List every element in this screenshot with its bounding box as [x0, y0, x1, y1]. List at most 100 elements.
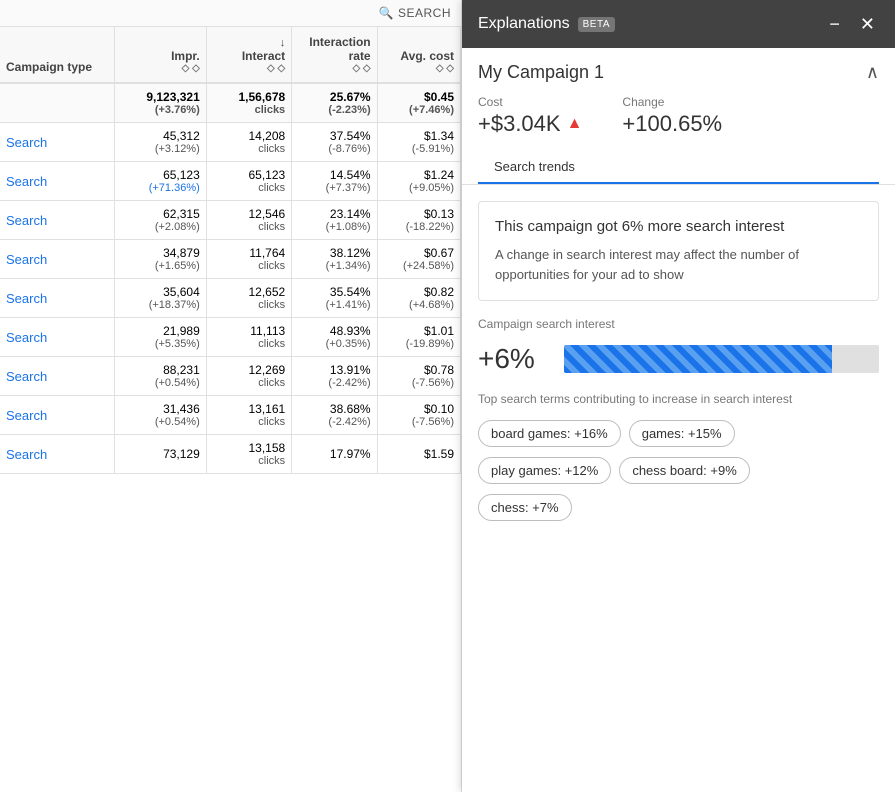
cell-interactions: 12,652 clicks [206, 279, 291, 318]
sort-arrow: ↓ [280, 37, 286, 49]
table-row[interactable]: Search 35,604 (+18.37%) 12,652 clicks 35… [0, 279, 461, 318]
cell-intrate: 17.97% [292, 435, 377, 474]
interest-row: +6% [478, 343, 879, 375]
cell-avgcost: $0.82 (+4.68%) [377, 279, 460, 318]
tag-item[interactable]: games: +15% [629, 420, 735, 447]
cell-impressions: 65,123 (+71.36%) [115, 162, 207, 201]
col-header-avg-cost[interactable]: Avg. cost ◇ ◇ [377, 27, 460, 83]
tags-row: chess: +7% [478, 494, 879, 521]
summary-avgcost: $0.45 (+7.46%) [377, 83, 460, 123]
cell-campaign-type: Search [0, 279, 115, 318]
cell-intrate: 37.54% (-8.76%) [292, 123, 377, 162]
panel-header: Explanations BETA − ✕ [462, 0, 895, 48]
tags-container: board games: +16% games: +15% play games: … [478, 420, 879, 521]
table-row[interactable]: Search 73,129 13,158 clicks 17.97% $1.59 [0, 435, 461, 474]
search-bar-top: 🔍 SEARCH [0, 0, 461, 27]
cell-avgcost: $0.67 (+24.58%) [377, 240, 460, 279]
cell-interactions: 65,123 clicks [206, 162, 291, 201]
summary-campaign [0, 83, 115, 123]
cell-avgcost: $1.24 (+9.05%) [377, 162, 460, 201]
table-summary-row: 9,123,321 (+3.76%) 1,56,678 clicks 25.67… [0, 83, 461, 123]
cell-impressions: 21,989 (+5.35%) [115, 318, 207, 357]
tag-item[interactable]: chess board: +9% [619, 457, 749, 484]
cell-campaign-type: Search [0, 396, 115, 435]
cell-intrate: 35.54% (+1.41%) [292, 279, 377, 318]
search-terms-label: Top search terms contributing to increas… [478, 391, 879, 408]
tag-item[interactable]: play games: +12% [478, 457, 611, 484]
tab-search-trends[interactable]: Search trends [478, 151, 591, 184]
close-button[interactable]: ✕ [856, 13, 879, 35]
cell-avgcost: $0.13 (-18.22%) [377, 201, 460, 240]
table-row[interactable]: Search 31,436 (+0.54%) 13,161 clicks 38.… [0, 396, 461, 435]
col-header-impressions[interactable]: Impr. ◇ ◇ [115, 27, 207, 83]
col-header-campaign-type[interactable]: Campaign type [0, 27, 115, 83]
tags-row: board games: +16% games: +15% [478, 420, 879, 447]
cell-interactions: 13,158 clicks [206, 435, 291, 474]
search-icon: 🔍 [379, 6, 394, 20]
cell-campaign-type: Search [0, 357, 115, 396]
highlight-card: This campaign got 6% more search interes… [478, 201, 879, 301]
chevron-up-icon[interactable]: ∧ [866, 62, 879, 83]
col-header-interactions[interactable]: ↓ Interact ◇ ◇ [206, 27, 291, 83]
cell-interactions: 12,269 clicks [206, 357, 291, 396]
intrate-arrows: ◇ ◇ [298, 63, 370, 74]
beta-badge: BETA [578, 17, 615, 32]
cell-campaign-type: Search [0, 435, 115, 474]
avgcost-arrows: ◇ ◇ [384, 63, 454, 74]
table-row[interactable]: Search 62,315 (+2.08%) 12,546 clicks 23.… [0, 201, 461, 240]
table-row[interactable]: Search 21,989 (+5.35%) 11,113 clicks 48.… [0, 318, 461, 357]
table-row[interactable]: Search 65,123 (+71.36%) 65,123 clicks 14… [0, 162, 461, 201]
campaign-header: My Campaign 1 ∧ [478, 62, 879, 83]
bar-fill [564, 345, 832, 373]
cell-campaign-type: Search [0, 240, 115, 279]
cell-campaign-type: Search [0, 318, 115, 357]
summary-interactions: 1,56,678 clicks [206, 83, 291, 123]
cell-intrate: 14.54% (+7.37%) [292, 162, 377, 201]
campaign-name: My Campaign 1 [478, 62, 604, 83]
cost-value: +$3.04K ▲ [478, 111, 582, 137]
cell-intrate: 48.93% (+0.35%) [292, 318, 377, 357]
table-row[interactable]: Search 45,312 (+3.12%) 14,208 clicks 37.… [0, 123, 461, 162]
cell-campaign-type: Search [0, 123, 115, 162]
impressions-arrows: ◇ ◇ [121, 63, 200, 74]
tab-row: Search trends [478, 151, 879, 184]
search-label: SEARCH [398, 6, 451, 20]
tags-row: play games: +12% chess board: +9% [478, 457, 879, 484]
panel-header-left: Explanations BETA [478, 15, 615, 33]
metrics-row: Cost +$3.04K ▲ Change +100.65% [478, 95, 879, 137]
interactions-arrows: ◇ ◇ [213, 63, 285, 74]
cell-impressions: 31,436 (+0.54%) [115, 396, 207, 435]
cost-label: Cost [478, 95, 582, 109]
cell-impressions: 45,312 (+3.12%) [115, 123, 207, 162]
minimize-button[interactable]: − [825, 13, 844, 35]
table-panel: 🔍 SEARCH Campaign type Impr. ◇ ◇ ↓ Inter… [0, 0, 462, 792]
cell-interactions: 12,546 clicks [206, 201, 291, 240]
section-campaign-label: Campaign search interest [478, 317, 879, 331]
cell-intrate: 38.68% (-2.42%) [292, 396, 377, 435]
col-header-interaction-rate[interactable]: Interaction rate ◇ ◇ [292, 27, 377, 83]
interest-bar [564, 345, 879, 373]
cell-avgcost: $0.10 (-7.56%) [377, 396, 460, 435]
cell-impressions: 73,129 [115, 435, 207, 474]
summary-impressions: 9,123,321 (+3.76%) [115, 83, 207, 123]
change-metric: Change +100.65% [622, 95, 722, 137]
cell-interactions: 11,764 clicks [206, 240, 291, 279]
tag-item[interactable]: board games: +16% [478, 420, 621, 447]
panel-title: Explanations [478, 15, 570, 33]
cell-avgcost: $1.01 (-19.89%) [377, 318, 460, 357]
interest-value: +6% [478, 343, 548, 375]
table-row[interactable]: Search 88,231 (+0.54%) 12,269 clicks 13.… [0, 357, 461, 396]
panel-controls: − ✕ [825, 13, 879, 35]
tag-item[interactable]: chess: +7% [478, 494, 572, 521]
cell-impressions: 34,879 (+1.65%) [115, 240, 207, 279]
cost-metric: Cost +$3.04K ▲ [478, 95, 582, 137]
summary-intrate: 25.67% (-2.23%) [292, 83, 377, 123]
cell-impressions: 62,315 (+2.08%) [115, 201, 207, 240]
cell-interactions: 14,208 clicks [206, 123, 291, 162]
cell-intrate: 13.91% (-2.42%) [292, 357, 377, 396]
cell-intrate: 23.14% (+1.08%) [292, 201, 377, 240]
change-value: +100.65% [622, 111, 722, 137]
cell-interactions: 11,113 clicks [206, 318, 291, 357]
explanations-panel: Explanations BETA − ✕ My Campaign 1 ∧ Co… [462, 0, 895, 792]
table-row[interactable]: Search 34,879 (+1.65%) 11,764 clicks 38.… [0, 240, 461, 279]
